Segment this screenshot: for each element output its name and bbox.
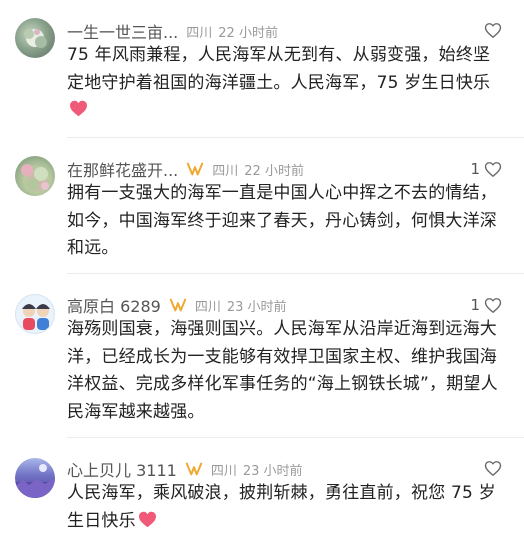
comment-list: 一生一世三亩... 四川 22 小时前 75 年风雨兼程，人民海军从无到有、从弱… <box>0 0 524 553</box>
comment-content: 75 年风雨兼程，人民海军从无到有、从弱变强，始终坚定地守护着祖国的海洋疆土。人… <box>67 42 501 125</box>
comment-content: 拥有一支强大的海军一直是中国人心中挥之不去的情结，如今，中国海军终于迎来了春天，… <box>67 180 501 263</box>
timestamp: 23 小时前 <box>242 463 303 479</box>
comment-text: 75 年风雨兼程，人民海军从无到有、从弱变强，始终坚定地守护着祖国的海洋疆土。人… <box>67 45 491 93</box>
heart-outline-icon <box>484 297 502 313</box>
location-label: 四川 <box>212 163 239 179</box>
avatar[interactable] <box>15 18 55 58</box>
divider <box>67 437 524 438</box>
timestamp: 23 小时前 <box>226 299 287 315</box>
avatar[interactable] <box>15 458 55 498</box>
like-button[interactable] <box>480 22 502 39</box>
like-button[interactable]: 1 <box>470 296 502 314</box>
vip-badge-icon <box>185 462 203 476</box>
comment-content: 人民海军，乘风破浪，披荆斩棘，勇往直前，祝您 75 岁生日快乐 <box>67 480 501 535</box>
username[interactable]: 在那鲜花盛开... <box>67 157 178 181</box>
comment-text: 拥有一支强大的海军一直是中国人心中挥之不去的情结，如今，中国海军终于迎来了春天，… <box>67 183 497 258</box>
divider <box>67 137 524 138</box>
heart-outline-icon <box>484 161 502 177</box>
like-button[interactable]: 1 <box>470 160 502 178</box>
timestamp: 22 小时前 <box>244 163 304 179</box>
username[interactable]: 心上贝儿 3111 <box>67 457 177 481</box>
like-count: 1 <box>470 296 480 314</box>
divider <box>67 273 524 274</box>
comment-text: 海殇则国衰，海强则国兴。人民海军从沿岸近海到远海大洋，已经成长为一支能够有效捍卫… <box>67 319 498 422</box>
username[interactable]: 高原白 6289 <box>67 293 161 317</box>
like-button[interactable] <box>480 460 502 477</box>
location-label: 四川 <box>194 299 221 315</box>
vip-badge-icon <box>187 162 204 176</box>
heart-emoji-icon <box>70 100 87 117</box>
location-label: 四川 <box>210 463 237 479</box>
heart-outline-icon <box>484 461 502 476</box>
avatar[interactable] <box>15 156 55 196</box>
heart-emoji-icon <box>138 511 156 527</box>
username[interactable]: 一生一世三亩... <box>67 19 178 43</box>
vip-badge-icon <box>169 298 187 312</box>
timestamp: 22 小时前 <box>218 25 278 41</box>
heart-outline-icon <box>484 23 502 38</box>
location-label: 四川 <box>186 25 213 41</box>
avatar[interactable] <box>15 294 55 334</box>
comment-content: 海殇则国衰，海强则国兴。人民海军从沿岸近海到远海大洋，已经成长为一支能够有效捍卫… <box>67 316 501 426</box>
comment-text: 人民海军，乘风破浪，披荆斩棘，勇往直前，祝您 75 岁生日快乐 <box>67 483 496 531</box>
like-count: 1 <box>470 160 480 178</box>
